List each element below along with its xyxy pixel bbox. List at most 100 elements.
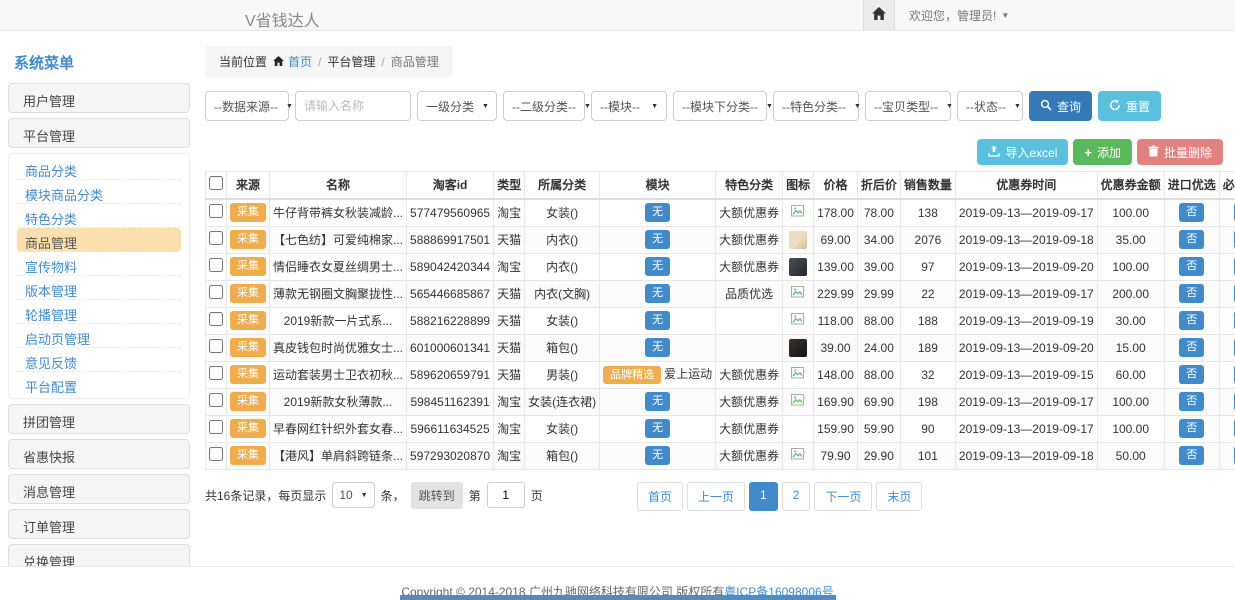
sidebar-group[interactable]: 用户管理 [8, 83, 190, 113]
import-select-toggle[interactable]: 否 [1179, 284, 1204, 303]
import-select-toggle[interactable]: 否 [1179, 338, 1204, 357]
import-select-toggle[interactable]: 否 [1179, 203, 1204, 222]
row-checkbox[interactable] [209, 285, 223, 299]
select-all-checkbox[interactable] [209, 176, 223, 190]
coupon-time-cell: 2019-09-13—2019-09-15 [955, 361, 1097, 388]
must-buy-cell: 否 [1219, 280, 1235, 307]
row-checkbox[interactable] [209, 339, 223, 353]
module-select[interactable]: --模块--▼ [591, 91, 667, 121]
page-button[interactable]: 下一页 [814, 482, 872, 511]
sidebar-group[interactable]: 省惠快报 [8, 439, 190, 469]
sidebar-item[interactable]: 轮播管理 [17, 300, 181, 324]
user-menu[interactable]: 欢迎您，管理员! ▼ [895, 0, 1235, 30]
status-select[interactable]: --状态--▼ [957, 91, 1023, 121]
table-row: 采集真皮钱包时尚优雅女士...601000601341天猫箱包()无39.002… [206, 334, 1235, 361]
batch-delete-button[interactable]: 批量删除 [1137, 139, 1223, 165]
sidebar-group[interactable]: 拼团管理 [8, 404, 190, 434]
coupon-time-cell: 2019-09-13—2019-09-18 [955, 442, 1097, 469]
row-checkbox[interactable] [209, 420, 223, 434]
sidebar-item[interactable]: 版本管理 [17, 276, 181, 300]
row-checkbox[interactable] [209, 231, 223, 245]
jump-button[interactable]: 跳转到 [411, 482, 463, 509]
import-select-toggle[interactable]: 否 [1179, 419, 1204, 438]
app-title: V省钱达人 [245, 7, 320, 31]
source-badge: 采集 [230, 284, 266, 303]
caret-icon: ▼ [946, 103, 953, 110]
category-cell: 女装(连衣裙) [525, 388, 600, 415]
must-buy-cell: 否 [1219, 388, 1235, 415]
add-button[interactable]: + 添加 [1073, 139, 1132, 165]
table-header-cell: 特色分类 [716, 172, 783, 199]
import-select-toggle[interactable]: 否 [1179, 230, 1204, 249]
filter-bar: --数据来源--▼ 一级分类▼ --二级分类--▼ --模块--▼ --模块下分… [205, 91, 1223, 121]
level2-category-select[interactable]: --二级分类--▼ [503, 91, 585, 121]
name-search-input[interactable] [295, 91, 411, 121]
per-page-select[interactable]: 10▼ [332, 482, 374, 508]
import-select-toggle[interactable]: 否 [1179, 311, 1204, 330]
home-button[interactable] [863, 0, 895, 30]
sidebar-group[interactable]: 订单管理 [8, 509, 190, 539]
caret-icon: ▼ [854, 103, 861, 110]
sidebar-item[interactable]: 启动页管理 [17, 324, 181, 348]
row-checkbox[interactable] [209, 204, 223, 218]
import-select-toggle[interactable]: 否 [1179, 257, 1204, 276]
jump-page-input[interactable] [487, 482, 525, 508]
taoke-id-cell: 577479560965 [407, 199, 494, 227]
coupon-amount-cell: 35.00 [1097, 226, 1164, 253]
row-checkbox[interactable] [209, 312, 223, 326]
price-cell: 148.00 [814, 361, 858, 388]
feature-category-select[interactable]: --特色分类--▼ [773, 91, 859, 121]
sidebar-item[interactable]: 特色分类 [17, 204, 181, 228]
table-row: 采集2019新款女秋薄款...598451162391淘宝女装(连衣裙)无大额优… [206, 388, 1235, 415]
topbar: V省钱达人 欢迎您，管理员! ▼ [0, 0, 1235, 31]
sidebar-item[interactable]: 商品管理 [17, 228, 181, 252]
sidebar-group[interactable]: 消息管理 [8, 474, 190, 504]
taoke-id-cell: 597293020870 [407, 442, 494, 469]
data-source-select[interactable]: --数据来源--▼ [205, 91, 289, 121]
import-select-toggle[interactable]: 否 [1179, 392, 1204, 411]
row-checkbox[interactable] [209, 258, 223, 272]
breadcrumb-label: 当前位置 [219, 53, 267, 70]
coupon-time-cell: 2019-09-13—2019-09-17 [955, 199, 1097, 227]
sidebar-item[interactable]: 宣传物料 [17, 252, 181, 276]
module-sub-select[interactable]: --模块下分类--▼ [673, 91, 767, 121]
row-checkbox[interactable] [209, 393, 223, 407]
caret-icon: ▼ [286, 103, 293, 110]
module-badge: 无 [645, 257, 670, 276]
sidebar-item[interactable]: 意见反馈 [17, 348, 181, 372]
search-button[interactable]: 查询 [1029, 91, 1092, 121]
page-button[interactable]: 上一页 [687, 482, 745, 511]
breadcrumb-home-link[interactable]: 首页 [273, 53, 312, 70]
row-checkbox[interactable] [209, 447, 223, 461]
reset-button[interactable]: 重置 [1098, 91, 1161, 121]
page-button[interactable]: 末页 [876, 482, 922, 511]
row-select-cell [206, 307, 227, 334]
table-row: 采集2019新款一片式系...588216228899天猫女装()无118.00… [206, 307, 1235, 334]
table-header-cell: 淘客id [407, 172, 494, 199]
source-cell: 采集 [227, 442, 270, 469]
product-name-cell: 【港风】单肩斜跨链条... [270, 442, 407, 469]
sidebar-item[interactable]: 平台配置 [17, 372, 181, 396]
page-button[interactable]: 1 [749, 482, 778, 511]
type-cell: 淘宝 [494, 199, 525, 227]
type-cell: 淘宝 [494, 415, 525, 442]
product-thumbnail [789, 258, 807, 276]
import-excel-button[interactable]: 导入excel [977, 139, 1068, 165]
item-type-select[interactable]: --宝贝类型--▼ [865, 91, 951, 121]
discount-price-cell: 24.00 [857, 334, 900, 361]
import-select-toggle[interactable]: 否 [1179, 365, 1204, 384]
sidebar-menu: 用户管理平台管理商品分类模块商品分类特色分类商品管理宣传物料版本管理轮播管理启动… [8, 83, 190, 568]
page-button[interactable]: 首页 [637, 482, 683, 511]
sidebar-item[interactable]: 模块商品分类 [17, 180, 181, 204]
page-button[interactable]: 2 [782, 482, 811, 511]
sidebar-group[interactable]: 平台管理 [8, 118, 190, 148]
row-checkbox[interactable] [209, 366, 223, 380]
sidebar-item[interactable]: 商品分类 [17, 156, 181, 180]
sales-count-cell: 90 [900, 415, 955, 442]
source-badge: 采集 [230, 365, 266, 384]
sidebar-group[interactable]: 兑换管理 [8, 544, 190, 568]
breadcrumb-item: 平台管理 [327, 53, 375, 70]
import-select-toggle[interactable]: 否 [1179, 446, 1204, 465]
sidebar: 系统菜单 用户管理平台管理商品分类模块商品分类特色分类商品管理宣传物料版本管理轮… [8, 42, 190, 568]
level1-category-select[interactable]: 一级分类▼ [417, 91, 497, 121]
